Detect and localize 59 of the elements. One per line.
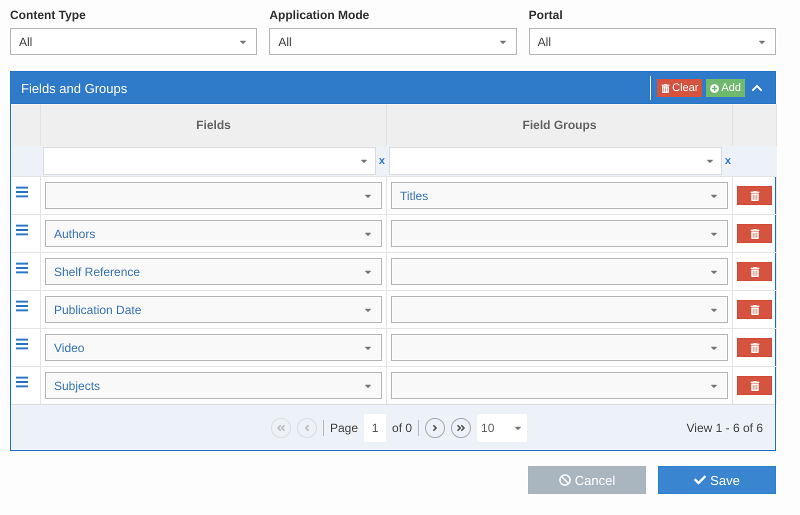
field-select[interactable]: Video — [45, 334, 382, 361]
group-select[interactable]: Titles — [391, 182, 728, 209]
filter-select[interactable]: All — [528, 28, 776, 55]
drag-handle-icon[interactable] — [15, 298, 29, 312]
trash-icon — [750, 190, 760, 200]
next-page-button[interactable] — [425, 418, 446, 438]
double-chevron-right-icon — [456, 422, 466, 432]
drag-handle-icon[interactable] — [15, 374, 29, 388]
delete-button[interactable] — [737, 186, 772, 205]
filter-select[interactable]: All — [269, 28, 517, 55]
column-filter-field[interactable] — [43, 147, 376, 175]
page-size-select[interactable]: 10 — [477, 414, 528, 442]
column-header: Fields — [41, 104, 387, 146]
page-input[interactable]: 1 — [364, 414, 386, 442]
panel-title: Fields and Groups — [21, 80, 128, 96]
field-select[interactable]: Publication Date — [45, 296, 382, 323]
delete-button[interactable] — [737, 224, 772, 243]
ban-icon — [558, 474, 571, 486]
add-button[interactable]: Add — [706, 79, 745, 97]
delete-button[interactable] — [737, 300, 772, 319]
filter-label: Application Mode — [269, 8, 370, 22]
filter-label: Portal — [528, 8, 564, 22]
page-count: of 0 — [392, 420, 412, 434]
clear-button[interactable]: Clear — [657, 79, 702, 97]
header-cell — [733, 104, 777, 146]
trash-icon — [750, 380, 760, 390]
chevron-left-icon — [302, 422, 312, 432]
field-select[interactable]: Shelf Reference — [45, 258, 382, 285]
delete-button[interactable] — [737, 262, 772, 281]
trash-icon — [750, 342, 760, 352]
clear-filter-link[interactable]: x — [724, 155, 731, 167]
drag-handle-icon[interactable] — [15, 184, 29, 198]
trash-icon — [661, 84, 670, 92]
trash-icon — [750, 266, 760, 276]
double-chevron-left-icon — [276, 422, 286, 432]
drag-handle-icon[interactable] — [15, 260, 29, 274]
header-cell — [11, 104, 41, 146]
page-label: Page — [330, 420, 358, 434]
view-count: View 1 - 6 of 6 — [686, 420, 763, 434]
check-icon — [694, 474, 706, 486]
collapse-button[interactable] — [749, 82, 765, 94]
last-page-button[interactable] — [451, 418, 472, 438]
field-select[interactable] — [45, 182, 382, 209]
save-button[interactable]: Save — [658, 466, 776, 494]
delete-button[interactable] — [737, 338, 772, 357]
chevron-up-icon — [751, 82, 763, 94]
filter-select[interactable]: All — [10, 28, 258, 55]
drag-handle-icon[interactable] — [15, 336, 29, 350]
trash-icon — [750, 304, 760, 314]
plus-icon — [710, 84, 720, 92]
drag-handle-icon[interactable] — [15, 222, 29, 236]
filter-label: Content Type — [10, 8, 87, 22]
column-filter-field[interactable] — [389, 147, 722, 175]
clear-filter-link[interactable]: x — [378, 155, 385, 167]
column-header: Field Groups — [387, 104, 733, 146]
delete-button[interactable] — [737, 376, 772, 395]
trash-icon — [750, 228, 760, 238]
field-select[interactable]: Subjects — [45, 372, 382, 399]
field-select[interactable]: Authors — [45, 220, 382, 247]
